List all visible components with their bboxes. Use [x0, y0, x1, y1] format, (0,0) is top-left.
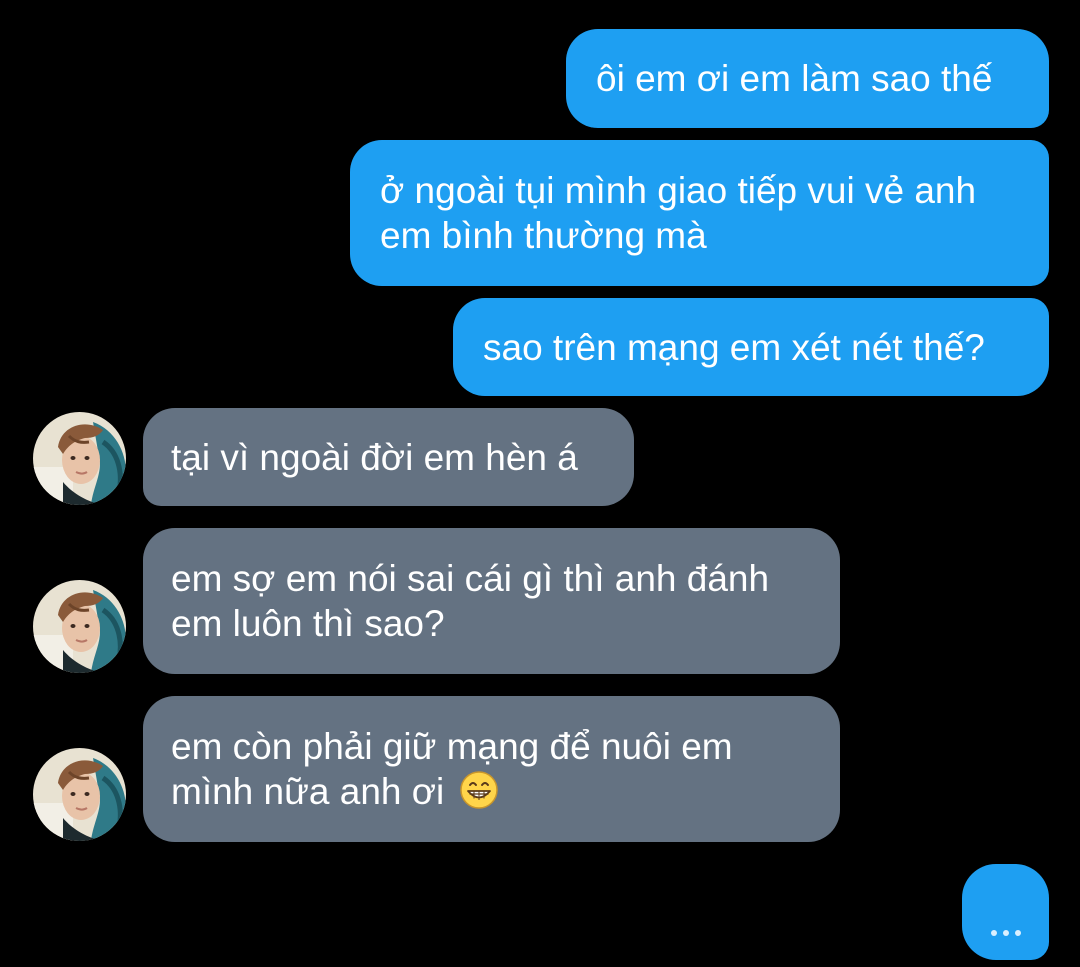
grinning-face-icon [459, 771, 498, 809]
message-text: em sợ em nói sai cái gì thì anh đánh em … [171, 558, 770, 644]
typing-dot [990, 930, 997, 936]
avatar-photo [33, 748, 126, 841]
message-text: em còn phải giữ mạng để nuôi em mình nữa… [171, 726, 733, 812]
contact-avatar[interactable] [33, 748, 126, 841]
typing-indicator-bubble [962, 864, 1049, 960]
contact-avatar[interactable] [33, 412, 126, 505]
sent-message-bubble[interactable]: sao trên mạng em xét nét thế? [453, 298, 1049, 396]
message-text: ôi em ơi em làm sao thế [596, 58, 993, 99]
sent-message-bubble[interactable]: ôi em ơi em làm sao thế [566, 29, 1049, 128]
received-message-bubble[interactable]: tại vì ngoài đời em hèn á [143, 408, 634, 506]
received-message-bubble[interactable]: em còn phải giữ mạng để nuôi em mình nữa… [143, 696, 840, 842]
received-message-bubble[interactable]: em sợ em nói sai cái gì thì anh đánh em … [143, 528, 840, 674]
message-text: tại vì ngoài đời em hèn á [171, 436, 578, 478]
typing-dot [1014, 930, 1021, 936]
sent-message-bubble[interactable]: ở ngoài tụi mình giao tiếp vui vẻ anh em… [350, 140, 1049, 286]
avatar-photo [33, 412, 126, 505]
message-text: ở ngoài tụi mình giao tiếp vui vẻ anh em… [380, 170, 977, 256]
contact-avatar[interactable] [33, 580, 126, 673]
typing-dot [1002, 930, 1009, 936]
message-text: sao trên mạng em xét nét thế? [483, 326, 985, 368]
avatar-photo [33, 580, 126, 673]
